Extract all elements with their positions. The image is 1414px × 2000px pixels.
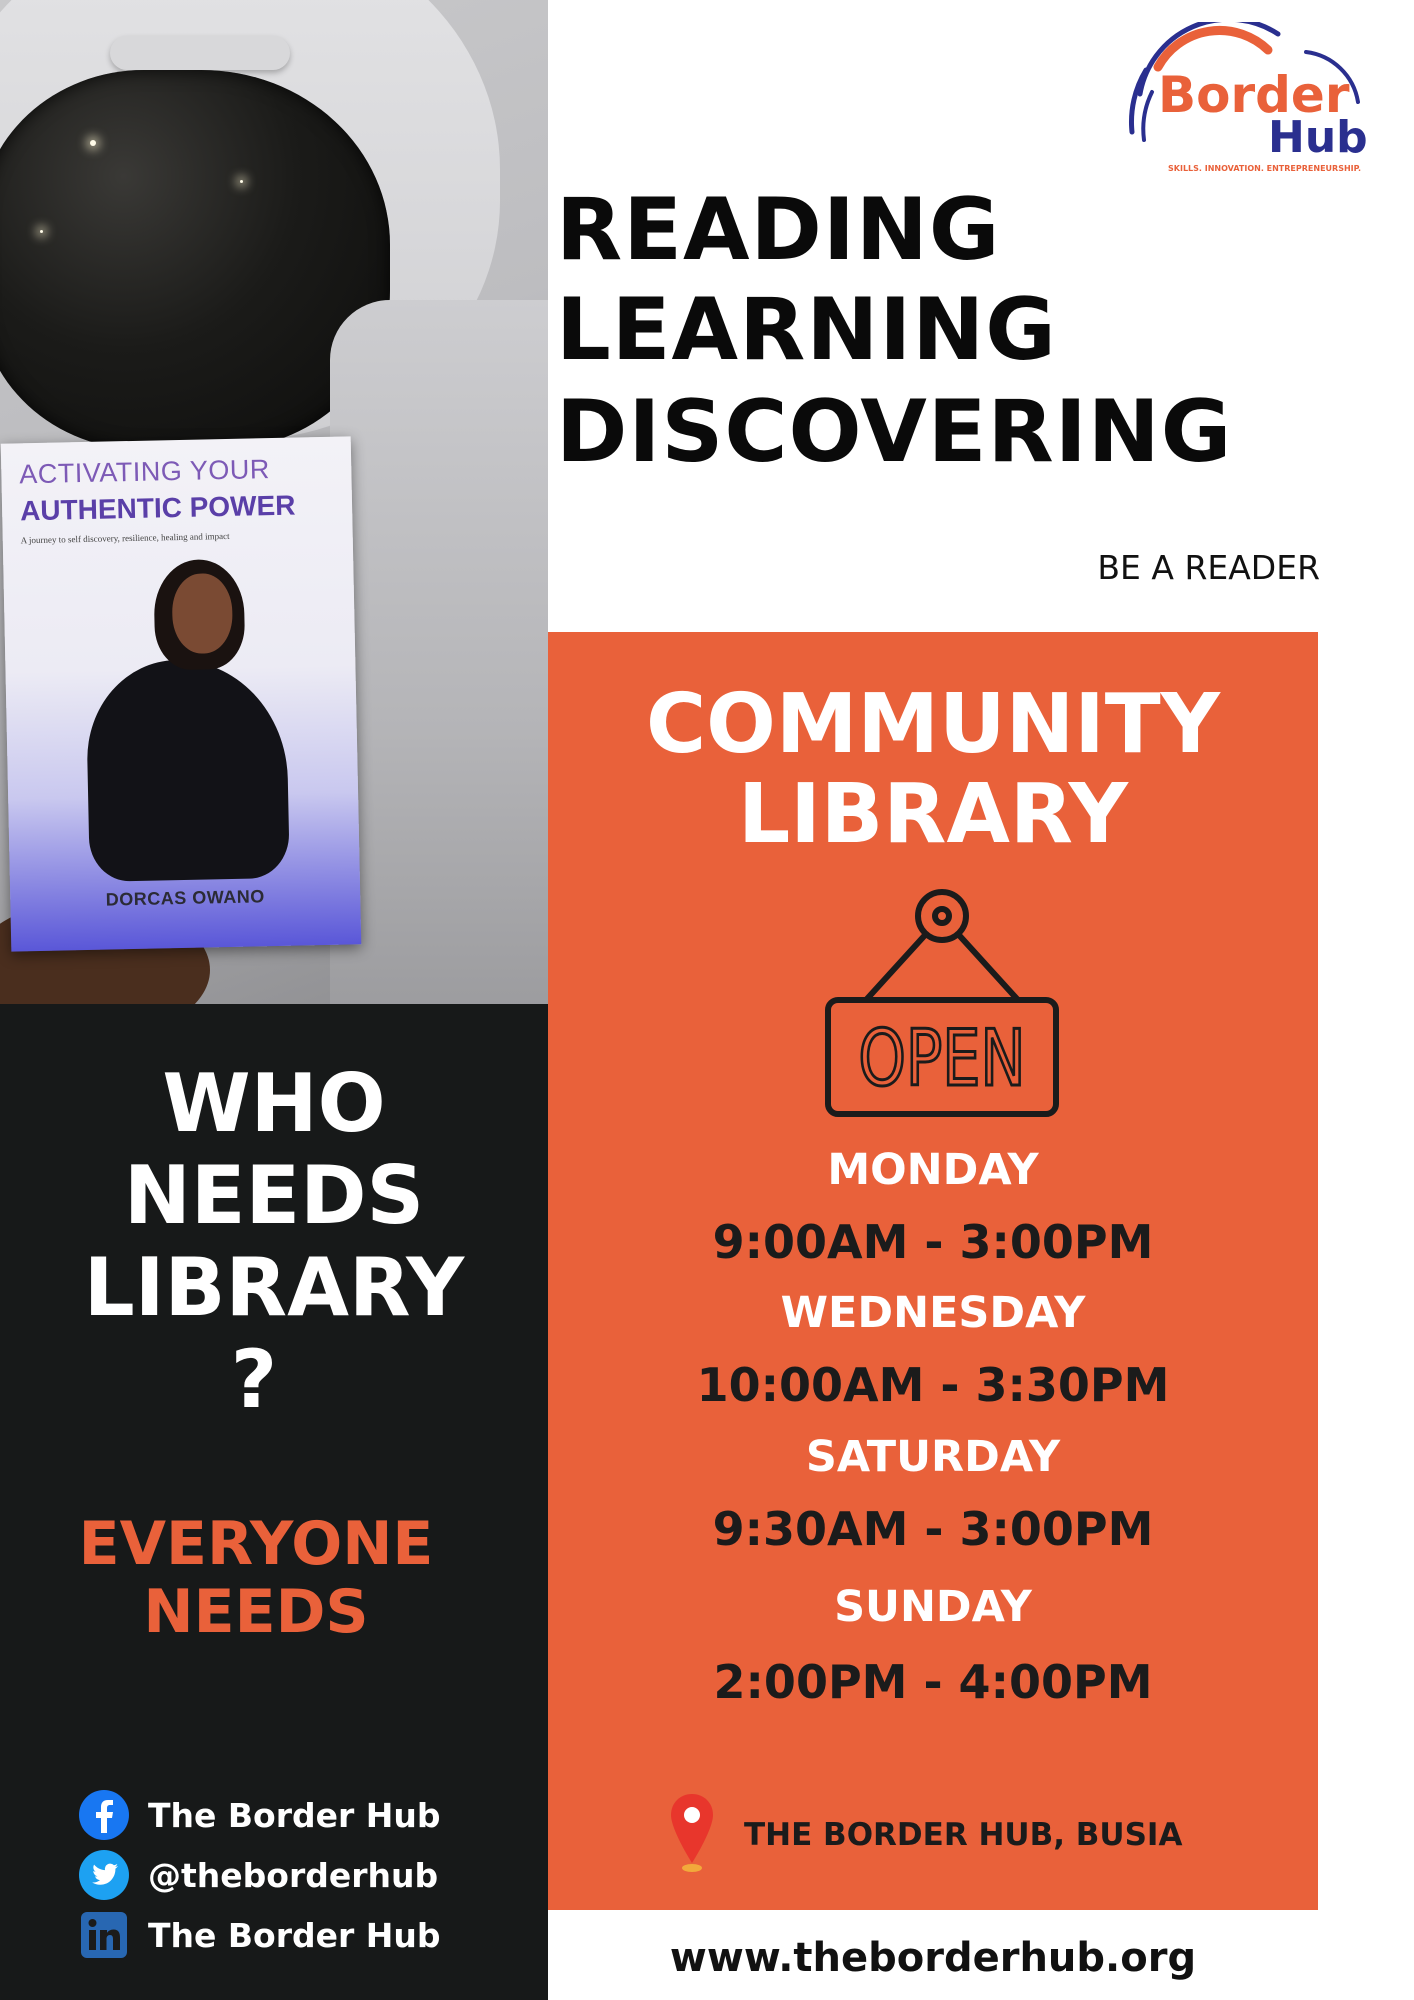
facebook-icon bbox=[78, 1789, 130, 1841]
headline-reading: READING bbox=[556, 180, 1001, 280]
question-line-3: LIBRARY bbox=[83, 1241, 465, 1334]
twitter-label: @theborderhub bbox=[148, 1855, 439, 1895]
question-line-1: WHO bbox=[162, 1057, 386, 1150]
schedule-day: WEDNESDAY bbox=[780, 1288, 1086, 1338]
question-line-2: NEEDS bbox=[123, 1149, 425, 1242]
social-facebook[interactable]: The Border Hub bbox=[78, 1790, 440, 1840]
answer-line-1: EVERYONE bbox=[78, 1509, 434, 1579]
headline-learning: LEARNING bbox=[556, 280, 1057, 380]
schedule-hours: 2:00PM - 4:00PM bbox=[713, 1655, 1153, 1709]
linkedin-icon bbox=[78, 1909, 130, 1961]
schedule-hours: 10:00AM - 3:30PM bbox=[696, 1358, 1170, 1412]
twitter-icon bbox=[78, 1849, 130, 1901]
logo-tagline: SKILLS. INNOVATION. ENTREPRENEURSHIP. bbox=[1168, 164, 1362, 173]
social-linkedin[interactable]: The Border Hub bbox=[78, 1910, 440, 1960]
book-cover: ACTIVATING YOUR AUTHENTIC POWER A journe… bbox=[0, 436, 362, 952]
schedule-day: SUNDAY bbox=[834, 1582, 1032, 1632]
headline-discovering: DISCOVERING bbox=[556, 382, 1233, 482]
book-author: DORCAS OWANO bbox=[105, 886, 265, 910]
book-subtitle: A journey to self discovery, resilience,… bbox=[20, 530, 230, 546]
answer-line-2: NEEDS bbox=[143, 1577, 369, 1647]
window-shade bbox=[110, 36, 290, 70]
website-url[interactable]: www.theborderhub.org bbox=[548, 1935, 1318, 1981]
social-twitter[interactable]: @theborderhub bbox=[78, 1850, 438, 1900]
community-title-line1: COMMUNITY bbox=[645, 677, 1221, 772]
schedule-day: SATURDAY bbox=[805, 1432, 1061, 1482]
schedule-hours: 9:30AM - 3:00PM bbox=[712, 1502, 1154, 1556]
open-sign-icon: OPEN bbox=[820, 880, 1064, 1120]
night-light bbox=[240, 180, 243, 183]
question-mark: ? bbox=[230, 1333, 278, 1426]
book-photo: ACTIVATING YOUR AUTHENTIC POWER A journe… bbox=[0, 0, 548, 1004]
book-title-line2: AUTHENTIC POWER bbox=[19, 489, 296, 527]
logo-word-hub: Hub bbox=[1268, 112, 1368, 163]
location-row[interactable]: THE BORDER HUB, BUSIA bbox=[668, 1792, 1183, 1878]
schedule-hours: 9:00AM - 3:00PM bbox=[712, 1215, 1154, 1269]
night-light bbox=[40, 230, 43, 233]
book-title-line1: ACTIVATING YOUR bbox=[19, 454, 271, 490]
cover-portrait-body bbox=[85, 657, 290, 882]
be-a-reader-tagline: BE A READER bbox=[1097, 548, 1320, 587]
schedule-day: MONDAY bbox=[827, 1145, 1039, 1195]
map-pin-icon bbox=[668, 1792, 716, 1878]
border-hub-logo: Border Hub SKILLS. INNOVATION. ENTREPREN… bbox=[1118, 16, 1388, 182]
linkedin-label: The Border Hub bbox=[148, 1915, 441, 1955]
community-title-line2: LIBRARY bbox=[738, 767, 1128, 862]
cabin-wall bbox=[330, 300, 548, 1004]
open-sign-text: OPEN bbox=[858, 1013, 1025, 1104]
cover-portrait-face bbox=[171, 572, 234, 655]
facebook-label: The Border Hub bbox=[148, 1795, 441, 1835]
location-text: THE BORDER HUB, BUSIA bbox=[744, 1817, 1183, 1853]
night-light bbox=[90, 140, 96, 146]
